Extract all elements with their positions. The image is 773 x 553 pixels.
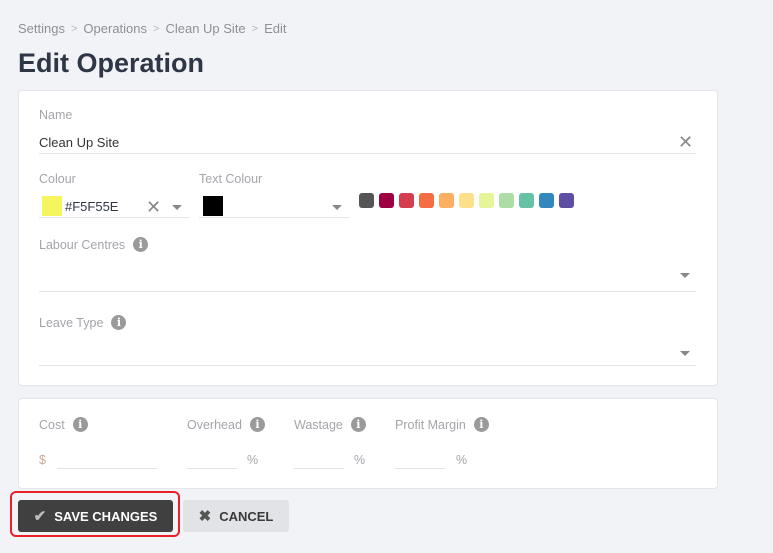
cost-label: Cost i — [39, 417, 88, 432]
leave-type-text: Leave Type — [39, 315, 104, 330]
wastage-label: Wastage i — [294, 417, 366, 432]
colour-input[interactable]: #F5F55E — [65, 199, 118, 214]
breadcrumb-edit: Edit — [264, 21, 287, 36]
check-icon: ✔ — [33, 508, 47, 525]
leave-type-select[interactable] — [39, 365, 696, 366]
page-title: Edit Operation — [18, 48, 205, 78]
text-colour-dropdown-caret-icon[interactable] — [332, 205, 342, 210]
chevron-right-icon: > — [251, 22, 259, 35]
wastage-input[interactable] — [294, 468, 344, 469]
info-icon[interactable]: i — [133, 237, 149, 252]
currency-symbol: $ — [39, 453, 46, 467]
info-icon[interactable]: i — [350, 417, 366, 432]
breadcrumb-clean-up-site[interactable]: Clean Up Site — [165, 21, 245, 36]
info-icon[interactable]: i — [111, 315, 127, 330]
name-underline — [39, 153, 696, 154]
name-input[interactable]: Clean Up Site — [39, 135, 119, 150]
labour-centres-caret-icon[interactable] — [680, 273, 690, 278]
colour-label: Colour — [39, 172, 76, 186]
profit-margin-text: Profit Margin — [395, 417, 466, 432]
leave-type-label: Leave Type i — [39, 315, 127, 330]
text-colour-swatch[interactable] — [203, 196, 223, 216]
breadcrumb-operations[interactable]: Operations — [83, 21, 147, 36]
chevron-right-icon: > — [153, 22, 160, 35]
costs-card — [18, 398, 718, 489]
clear-name-icon[interactable]: ✕ — [678, 133, 693, 151]
palette-swatch[interactable] — [419, 193, 434, 208]
overhead-input[interactable] — [187, 468, 237, 469]
labour-centres-text: Labour Centres — [39, 237, 126, 252]
palette-swatch[interactable] — [499, 193, 514, 208]
labour-centres-label: Labour Centres i — [39, 237, 149, 252]
palette-swatch[interactable] — [479, 193, 494, 208]
close-icon: ✖ — [198, 508, 212, 525]
colour-underline — [39, 217, 189, 218]
leave-type-caret-icon[interactable] — [680, 351, 690, 356]
palette-swatch[interactable] — [459, 193, 474, 208]
info-icon[interactable]: i — [249, 417, 265, 432]
overhead-label: Overhead i — [187, 417, 265, 432]
overhead-text: Overhead — [187, 417, 242, 432]
breadcrumb-settings[interactable]: Settings — [18, 21, 65, 36]
cost-text: Cost — [39, 417, 65, 432]
clear-colour-icon[interactable]: ✕ — [146, 198, 161, 216]
cancel-label: CANCEL — [219, 508, 274, 524]
profit-margin-percent: % — [456, 453, 468, 467]
colour-dropdown-caret-icon[interactable] — [172, 205, 182, 210]
save-label: SAVE CHANGES — [54, 508, 158, 524]
colour-swatch — [42, 196, 62, 216]
palette-swatch[interactable] — [559, 193, 574, 208]
palette-swatch[interactable] — [379, 193, 394, 208]
chevron-right-icon: > — [70, 22, 78, 35]
cost-input[interactable] — [57, 468, 157, 469]
name-label: Name — [39, 108, 73, 122]
labour-centres-select[interactable] — [39, 291, 696, 292]
wastage-percent: % — [354, 453, 366, 467]
save-changes-button[interactable]: ✔ SAVE CHANGES — [18, 500, 173, 532]
palette-swatch[interactable] — [439, 193, 454, 208]
cancel-button[interactable]: ✖ CANCEL — [183, 500, 289, 532]
overhead-percent: % — [247, 453, 259, 467]
profit-margin-label: Profit Margin i — [395, 417, 489, 432]
breadcrumb: Settings > Operations > Clean Up Site > Edi… — [18, 21, 287, 36]
profit-margin-input[interactable] — [395, 468, 445, 469]
palette-swatch[interactable] — [539, 193, 554, 208]
palette-swatch[interactable] — [399, 193, 414, 208]
text-colour-label: Text Colour — [199, 172, 263, 186]
palette-swatch[interactable] — [359, 193, 374, 208]
text-colour-underline — [199, 217, 349, 218]
wastage-text: Wastage — [294, 417, 343, 432]
info-icon[interactable]: i — [473, 417, 489, 432]
palette-swatch[interactable] — [519, 193, 534, 208]
info-icon[interactable]: i — [72, 417, 88, 432]
